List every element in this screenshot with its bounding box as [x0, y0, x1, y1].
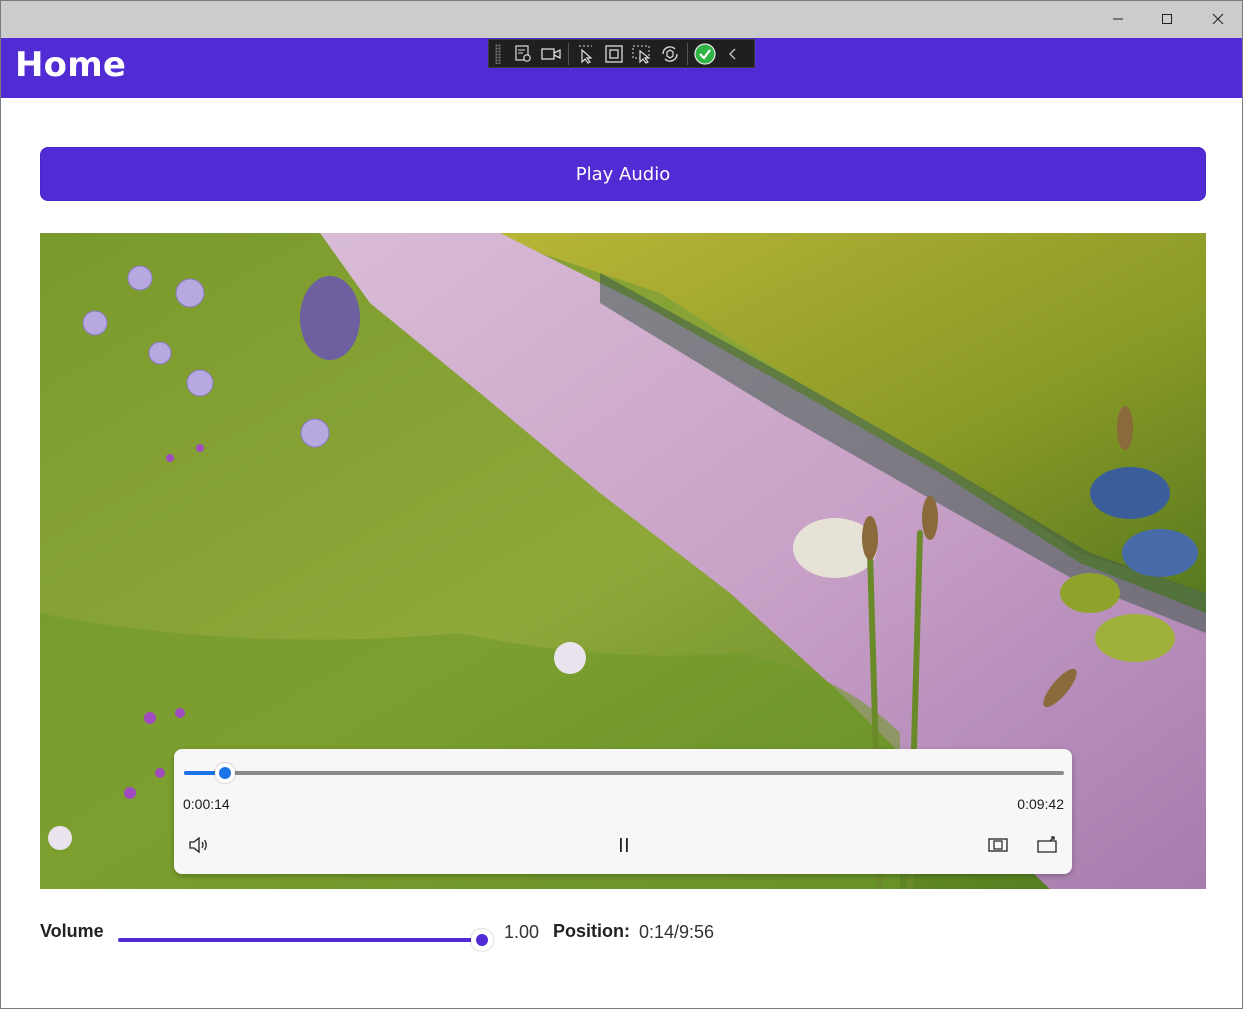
seek-bar[interactable] [184, 763, 1064, 783]
record-icon [541, 47, 561, 60]
aspect-ratio-icon [988, 838, 1008, 852]
xaml-debug-toolbar [488, 39, 755, 68]
page-title: Home [15, 45, 127, 85]
select-element-icon [579, 45, 593, 64]
seek-thumb[interactable] [215, 763, 235, 783]
display-layout-icon [605, 44, 623, 63]
check-icon [694, 42, 716, 65]
cast-button[interactable] [1034, 833, 1062, 857]
total-time: 0:09:42 [1017, 796, 1064, 812]
collapse-toolbar-button[interactable] [719, 42, 747, 66]
volume-slider-thumb[interactable] [471, 929, 493, 951]
position-value: 0:14/9:56 [639, 922, 715, 942]
close-icon [1212, 13, 1224, 25]
cast-icon [1037, 836, 1057, 853]
volume-slider[interactable] [118, 938, 482, 942]
toolbar-separator [568, 42, 569, 65]
play-audio-button[interactable]: Play Audio [40, 147, 1206, 201]
display-layout-button[interactable] [600, 42, 628, 66]
volume-value: 1.00 [504, 922, 540, 942]
hot-reload-button[interactable] [656, 42, 684, 66]
visual-tree-icon [515, 44, 531, 62]
binding-status-button[interactable] [691, 42, 719, 66]
track-focus-icon [632, 45, 651, 64]
volume-icon [189, 836, 207, 854]
minimize-button[interactable] [1094, 1, 1142, 37]
toolbar-grip[interactable] [495, 43, 501, 64]
maximize-button[interactable] [1143, 1, 1191, 37]
aspect-ratio-button[interactable] [984, 833, 1012, 857]
hot-reload-icon [662, 45, 678, 62]
pause-icon [620, 838, 628, 852]
pause-button[interactable] [610, 833, 638, 857]
app-window: Home Play Audio 0:00:14 0:09:42 Volume 1… [0, 0, 1243, 1009]
transport-controls: 0:00:14 0:09:42 [174, 749, 1072, 874]
minimize-icon [1113, 18, 1123, 20]
position-label: Position: [553, 921, 630, 941]
collapse-chevron-icon [728, 47, 736, 60]
maximize-icon [1162, 14, 1172, 24]
elapsed-time: 0:00:14 [183, 796, 230, 812]
visual-tree-button[interactable] [509, 42, 537, 66]
media-element[interactable]: 0:00:14 0:09:42 [40, 233, 1206, 889]
volume-label: Volume [40, 921, 104, 941]
toolbar-separator [687, 42, 688, 65]
title-bar [1, 1, 1242, 38]
volume-button[interactable] [185, 833, 213, 857]
record-button[interactable] [537, 42, 565, 66]
seek-progress [184, 771, 215, 775]
track-focus-button[interactable] [628, 42, 656, 66]
select-element-button[interactable] [572, 42, 600, 66]
close-button[interactable] [1194, 1, 1242, 37]
